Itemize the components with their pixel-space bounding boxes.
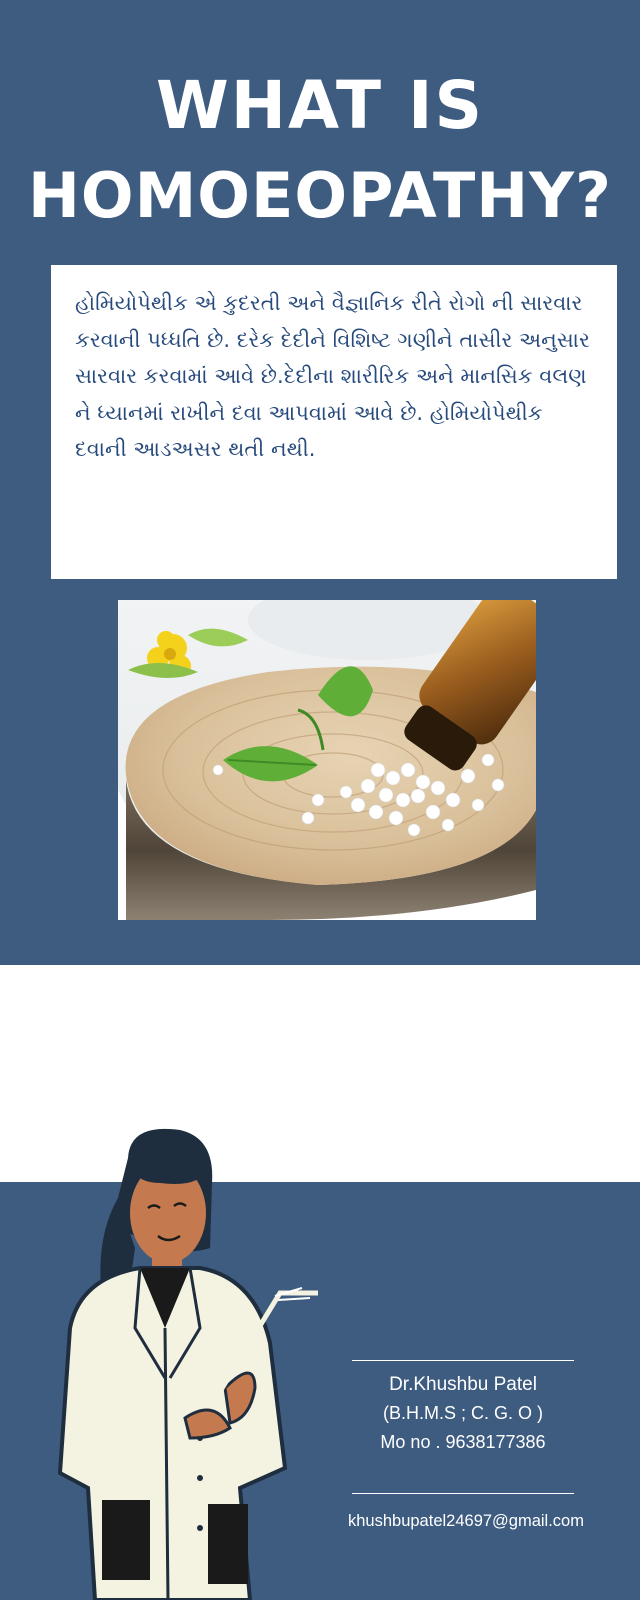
doctor-phone: Mo no . 9638177386 — [380, 1432, 546, 1452]
doctor-illustration — [40, 1128, 340, 1600]
description-text: હોમિયોપેથીક એ કુદરતી અને વૈજ્ઞાનિક રીતે … — [75, 291, 590, 461]
homeopathy-photo — [118, 600, 536, 920]
doctor-name: Dr.Khushbu Patel — [389, 1374, 537, 1395]
contact-block: Dr.Khushbu Patel (B.H.M.S ; C. G. O ) Mo… — [350, 1360, 576, 1494]
doctor-email: khushbupatel24697@gmail.com — [348, 1512, 584, 1530]
divider-bottom — [352, 1493, 574, 1494]
page-title-line-2: HOMOEOPATHY? — [27, 159, 613, 232]
divider-top — [352, 1360, 574, 1361]
page-title-line-1: WHAT IS — [155, 67, 485, 144]
doctor-qualifications: (B.H.M.S ; C. G. O ) — [382, 1403, 543, 1423]
description-card: હોમિયોપેથીક એ કુદરતી અને વૈજ્ઞાનિક રીતે … — [51, 265, 617, 579]
